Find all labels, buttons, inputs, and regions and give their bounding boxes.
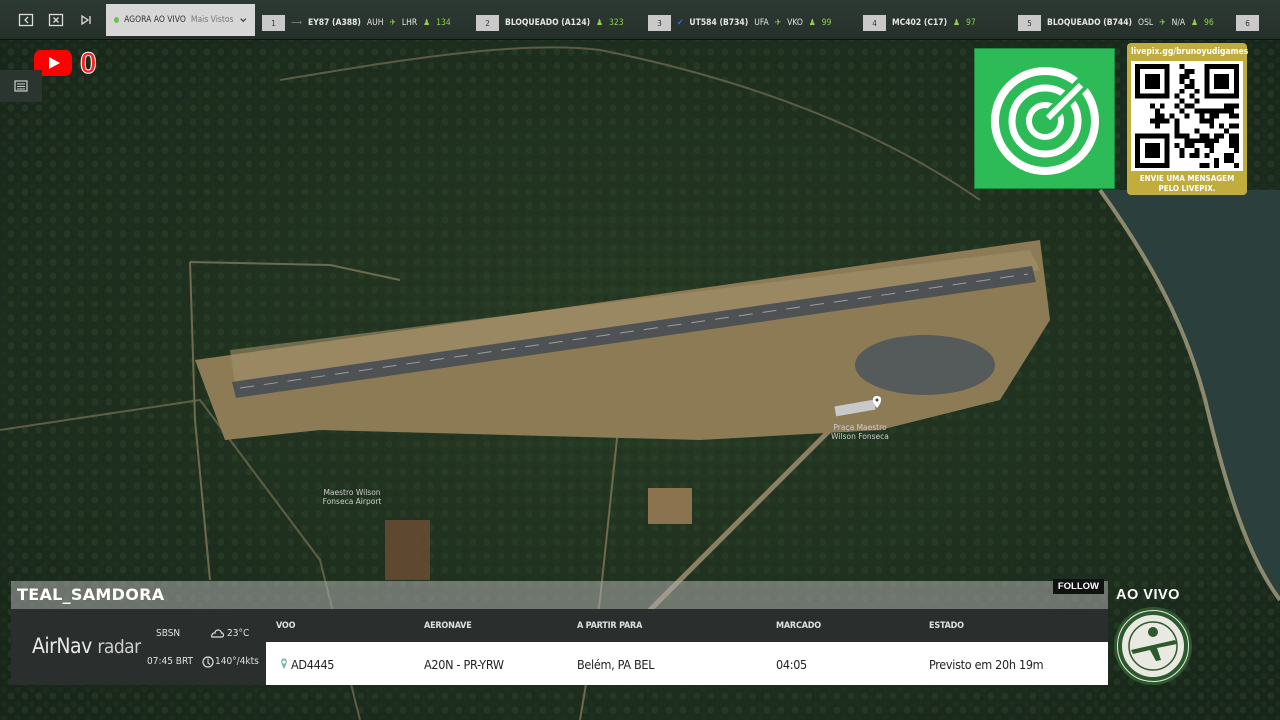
wind-icon (202, 656, 214, 668)
column-header: MARCADO (776, 621, 821, 631)
livepix-qr-card[interactable]: livepix.gg/brunoyudigames ENVIE UMA MENS… (1127, 43, 1249, 195)
next-button[interactable] (72, 6, 100, 34)
youtube-counter: 0 (34, 45, 97, 81)
flight-scheduled: 04:05 (776, 657, 807, 672)
ticker-viewers: 97 (965, 18, 976, 28)
column-header: VOO (276, 621, 296, 631)
list-icon (14, 80, 28, 92)
radar-icon (991, 67, 1099, 175)
airline-logo-icon: ⟶ (291, 18, 302, 28)
weather-airport: SBSN (156, 628, 181, 639)
viewers-icon: ♟ (596, 18, 603, 28)
live-dot-icon (114, 16, 120, 23)
ticker-flight: UT584 (B734) (689, 18, 749, 28)
ticker-viewers: 134 (436, 18, 451, 28)
ticker-flight: MC402 (C17) (892, 18, 948, 28)
column-header: ESTADO (929, 621, 964, 631)
column-header: A PARTIR PARA (577, 621, 643, 631)
ticker-rank: 2 (476, 15, 499, 31)
ticker-item[interactable]: 5 BLOQUEADO (B744) OSL ✈ N/A ♟ 96 (1018, 14, 1214, 32)
collapse-icon (18, 13, 34, 26)
ticker-rank: 5 (1018, 15, 1041, 31)
now-live-dropdown[interactable]: AGORA AO VIVO Mais Vistos (106, 3, 255, 36)
ticker-to: LHR (401, 18, 418, 28)
panel-header: TEAL_SAMDORA FOLLOW (11, 579, 1108, 609)
flight-row[interactable]: AD4445 A20N - PR-YRW Belém, PA BEL 04:05… (266, 642, 1108, 685)
viewers-icon: ♟ (808, 18, 816, 28)
ticker-from: AUH (366, 18, 384, 28)
viewers-icon: ♟ (423, 18, 431, 28)
viewers-icon: ♟ (1191, 18, 1198, 28)
weather-wind: 140°/4kts (215, 656, 259, 667)
ticker-item[interactable]: 6 (1236, 14, 1259, 32)
ticker-rank: 4 (863, 15, 886, 31)
weather-temperature: 23°C (227, 628, 250, 639)
column-header: AERONAVE (424, 621, 472, 631)
plane-arrow-icon: ✈ (1159, 18, 1166, 28)
airnav-logo: AirNav radar (32, 634, 141, 658)
plane-arrow-icon: ✈ (774, 18, 782, 28)
flight-from-to: Belém, PA BEL (577, 657, 655, 672)
flightradar-logo (974, 48, 1115, 189)
close-panel-button[interactable] (42, 6, 70, 34)
layers-button[interactable] (0, 70, 42, 102)
ticker-item[interactable]: 3 ✔ UT584 (B734) UFA ✈ VKO ♟ 99 (648, 14, 832, 32)
live-label: AO VIVO (1116, 587, 1180, 603)
ticker-flight: EY87 (A388) (307, 18, 361, 28)
plane-emblem-icon (1118, 611, 1188, 681)
apron (855, 335, 995, 395)
airnav-brand-block: AirNav radar SBSN 07:45 BRT 23°C 140°/4k… (11, 609, 266, 685)
ticker-item[interactable]: 2 BLOQUEADO (A124) ♟ 323 (476, 14, 624, 32)
airline-pin-icon (281, 658, 287, 669)
follow-button[interactable]: FOLLOW (1052, 579, 1104, 594)
flight-aircraft: A20N - PR-YRW (424, 657, 504, 672)
username: TEAL_SAMDORA (17, 585, 165, 604)
chevron-down-icon (239, 17, 246, 22)
ticker-from: OSL (1138, 18, 1154, 28)
now-live-label: AGORA AO VIVO (124, 14, 186, 25)
flight-code: AD4445 (291, 657, 335, 672)
ticker-item[interactable]: 4 MC402 (C17) ♟ 97 (863, 14, 976, 32)
airport-label-line2: Fonseca Airport (323, 497, 382, 506)
now-live-filter: Mais Vistos (190, 14, 234, 25)
qr-url: livepix.gg/brunoyudigames (1131, 47, 1249, 57)
ticker-rank: 6 (1236, 15, 1259, 31)
cloud-icon (211, 629, 225, 638)
plane-arrow-icon: ✈ (389, 18, 396, 28)
flight-status: Previsto em 20h 19m (929, 657, 1044, 672)
ticker-item[interactable]: 1 ⟶ EY87 (A388) AUH ✈ LHR ♟ 134 (262, 14, 451, 32)
close-box-icon (48, 13, 64, 26)
ticker-viewers: 99 (821, 18, 832, 28)
place-label-line2: Wilson Fonseca (831, 432, 889, 441)
viewers-icon: ♟ (953, 18, 960, 28)
collapse-sidebar-button[interactable] (12, 6, 40, 34)
weather-time: 07:45 BRT (147, 656, 193, 667)
ticker-viewers: 323 (609, 18, 624, 28)
flight-info-panel: TEAL_SAMDORA FOLLOW AirNav radar SBSN 07… (11, 579, 1108, 685)
skip-next-icon (81, 14, 91, 25)
airline-logo-icon: ✔ (677, 18, 684, 28)
ticker-to: VKO (787, 18, 803, 28)
ticker-flight: BLOQUEADO (B744) (1047, 18, 1133, 28)
airport-label: Maestro Wilson (323, 488, 380, 497)
ticker-to: N/A (1171, 18, 1186, 28)
qr-message: ENVIE UMA MENSAGEM PELO LIVEPIX. (1139, 174, 1235, 193)
ticker-flight: BLOQUEADO (A124) (505, 18, 591, 28)
qr-code (1131, 61, 1243, 171)
place-label: Praça Maestro (833, 423, 887, 432)
flight-table-header: VOO AERONAVE A PARTIR PARA MARCADO ESTAD… (266, 609, 1108, 642)
ticker-rank: 3 (648, 15, 671, 31)
ticker-rank: 1 (262, 15, 285, 31)
channel-badge-logo (1114, 607, 1192, 685)
ticker-from: UFA (754, 18, 769, 28)
youtube-count: 0 (80, 47, 98, 81)
ticker-viewers: 96 (1204, 18, 1214, 28)
